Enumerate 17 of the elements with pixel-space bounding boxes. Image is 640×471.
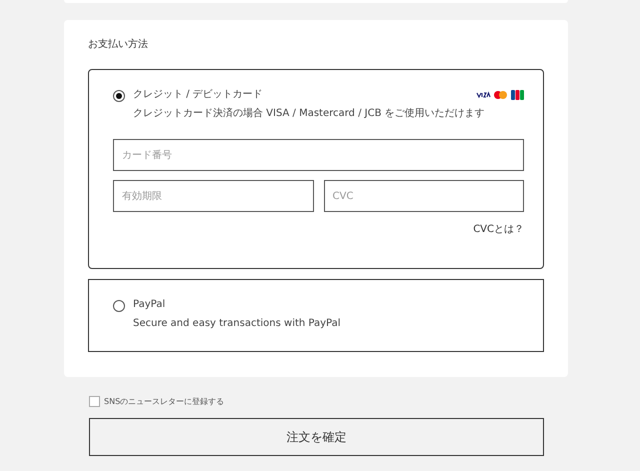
radio-button[interactable] <box>113 300 125 312</box>
radio-button[interactable] <box>113 90 125 102</box>
checkbox[interactable] <box>89 396 100 407</box>
mastercard-icon <box>494 91 507 99</box>
help-link[interactable]: CVCとは？ <box>473 223 524 237</box>
option-label: PayPal <box>133 298 166 312</box>
option-description: クレジットカード決済の場合 VISA / Mastercard / JCB をご使用いただけます <box>133 107 486 121</box>
visa-card-icon <box>476 91 491 98</box>
option-description: Secure and easy transactions with PayPal <box>133 317 342 331</box>
option-label: クレジット / デビットカード <box>133 88 263 102</box>
input-field[interactable]: カード番号 <box>113 139 524 171</box>
section-title: お支払い方法 <box>88 38 149 52</box>
jcb-card-icon <box>511 90 524 100</box>
confirm-order-button[interactable]: 注文を確定 <box>89 418 544 456</box>
input-field[interactable]: 有効期限 <box>113 180 314 212</box>
input-field[interactable]: CVC <box>324 180 524 212</box>
checkbox-label: SNSのニュースレターに登録する <box>104 396 224 407</box>
